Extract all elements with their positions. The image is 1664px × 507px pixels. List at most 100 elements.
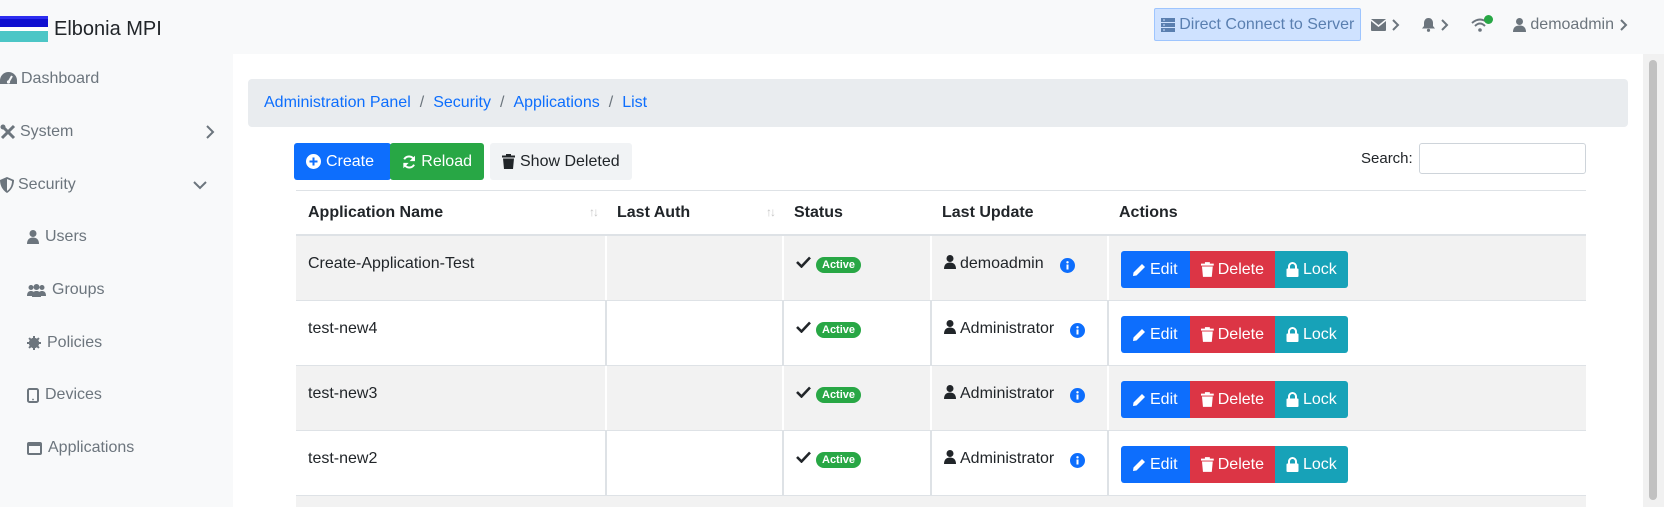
tablet-icon [27,387,39,403]
info-icon[interactable] [1070,453,1086,468]
edit-button[interactable]: Edit [1121,316,1190,353]
updated-by: demoadmin [960,255,1044,272]
pencil-icon [1133,393,1145,406]
lock-button[interactable]: Lock [1275,316,1348,353]
brand-title: Elbonia MPI [54,17,162,40]
delete-button[interactable]: Delete [1190,251,1275,288]
gear-badge-icon [27,336,41,350]
table-row: test-new4 Active Administrator Edit Dele… [296,301,1586,366]
sidebar-item-devices[interactable]: Devices [27,380,102,410]
status-cell: Active [782,366,930,430]
info-icon[interactable] [1070,323,1086,338]
user-icon [1513,17,1527,32]
last-auth-cell [605,431,782,495]
status-cell: Active [782,301,930,365]
updated-by: Administrator [960,450,1055,467]
chevron-right-icon [206,125,215,139]
show-deleted-button[interactable]: Show Deleted [490,143,632,180]
edit-button[interactable]: Edit [1121,381,1190,418]
column-last-auth[interactable]: Last Auth ↑↓ [605,191,782,235]
table-row-partial [296,496,1586,507]
trash-icon [1201,457,1214,472]
actions-cell: Edit Delete Lock [1107,236,1586,300]
trash-icon [502,154,515,169]
breadcrumb-list[interactable]: List [622,94,647,112]
sidebar-item-applications[interactable]: Applications [27,433,134,463]
last-auth-cell [605,301,782,365]
direct-connect-button[interactable]: Direct Connect to Server [1154,8,1362,41]
trash-icon [1201,262,1214,277]
sync-icon [403,155,415,168]
column-status: Status [794,204,843,221]
breadcrumb: Administration Panel / Security / Applic… [248,79,1628,127]
create-button[interactable]: Create [294,143,391,180]
scrollbar-thumb[interactable] [1649,60,1657,500]
check-icon [796,256,811,268]
sidebar-item-label: Groups [52,281,105,298]
sidebar-item-security[interactable]: Security [0,170,220,200]
status-badge: Active [816,452,862,468]
status-cell: Active [782,431,930,495]
column-application-name[interactable]: Application Name ↑↓ [296,191,605,235]
user-menu[interactable]: demoadmin [1513,16,1632,34]
application-name-cell: test-new2 [308,450,378,467]
delete-button[interactable]: Delete [1190,381,1275,418]
reload-button[interactable]: Reload [390,143,484,180]
lock-icon [1286,457,1299,472]
last-update-cell: Administrator [930,301,1107,365]
scrollbar[interactable] [1643,54,1664,507]
pencil-icon [1133,328,1145,341]
table-row: test-new3 Active Administrator Edit Dele… [296,366,1586,431]
online-indicator [1484,14,1494,24]
status-badge: Active [816,322,862,338]
column-last-update: Last Update [942,204,1034,221]
delete-button[interactable]: Delete [1190,316,1275,353]
sidebar-item-label: Policies [47,334,103,351]
sidebar-item-users[interactable]: Users [27,222,87,252]
brand-flag-logo [0,16,48,42]
chevron-right-icon [1620,18,1628,31]
notifications-menu[interactable] [1422,17,1449,32]
last-update-cell: Administrator [930,431,1107,495]
tools-icon [0,124,16,140]
edit-button[interactable]: Edit [1121,446,1190,483]
application-name-cell: Create-Application-Test [308,255,475,272]
sidebar-item-groups[interactable]: Groups [27,275,104,305]
check-icon [796,451,811,463]
delete-button[interactable]: Delete [1190,446,1275,483]
pencil-icon [1133,458,1145,471]
lock-button[interactable]: Lock [1275,381,1348,418]
sidebar-item-dashboard[interactable]: Dashboard [0,64,99,94]
column-actions: Actions [1119,204,1178,221]
breadcrumb-applications[interactable]: Applications [513,94,599,112]
shield-icon [0,177,14,193]
sidebar: Dashboard System Security Users Groups P… [0,54,233,507]
updated-by: Administrator [960,385,1055,402]
chevron-down-icon [193,180,207,189]
plus-circle-icon [306,154,321,169]
chevron-right-icon [1441,18,1449,31]
breadcrumb-security[interactable]: Security [433,94,491,112]
lock-button[interactable]: Lock [1275,251,1348,288]
user-icon [944,320,956,334]
search-input[interactable] [1419,143,1586,174]
connection-status[interactable] [1471,14,1494,32]
breadcrumb-administration-panel[interactable]: Administration Panel [264,94,411,112]
main-content: Administration Panel / Security / Applic… [233,54,1643,507]
sidebar-item-label: Devices [45,386,102,403]
check-icon [796,321,811,333]
lock-button[interactable]: Lock [1275,446,1348,483]
updated-by: Administrator [960,320,1055,337]
info-icon[interactable] [1059,258,1075,273]
actions-cell: Edit Delete Lock [1107,301,1586,365]
brand[interactable]: Elbonia MPI [0,16,162,42]
edit-button[interactable]: Edit [1121,251,1190,288]
table-row: test-new2 Active Administrator Edit Dele… [296,431,1586,496]
sidebar-item-policies[interactable]: Policies [27,328,102,358]
info-icon[interactable] [1070,388,1086,403]
tachometer-icon [0,72,17,84]
trash-icon [1201,327,1214,342]
messages-menu[interactable] [1371,18,1400,31]
sidebar-item-label: System [20,123,74,140]
sidebar-item-system[interactable]: System [0,117,220,147]
